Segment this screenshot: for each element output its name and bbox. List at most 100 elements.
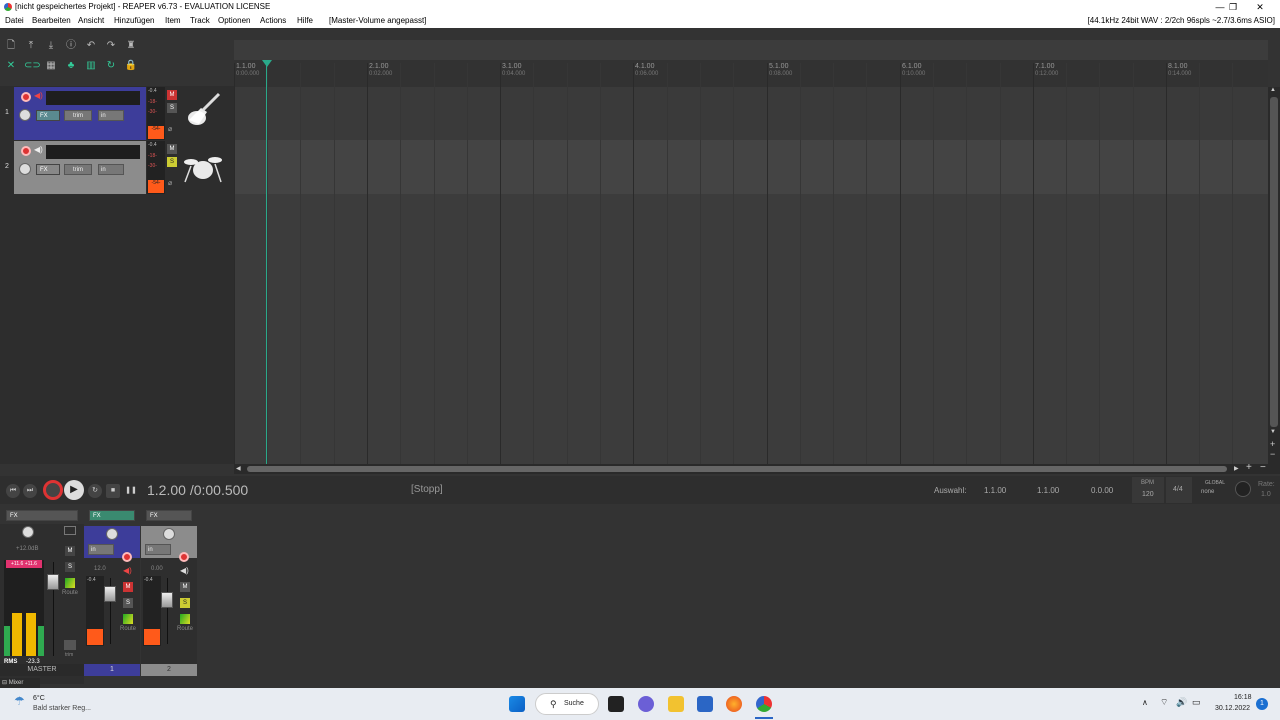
store-icon[interactable] xyxy=(697,696,713,712)
audio-status[interactable]: [44.1kHz 24bit WAV : 2/2ch 96spls ~2.7/3… xyxy=(1088,14,1275,28)
playrate-knob[interactable] xyxy=(1235,481,1251,497)
selection-start[interactable]: 1.1.00 xyxy=(984,486,1006,495)
windows-start-icon[interactable] xyxy=(509,696,525,712)
track-lane-2[interactable] xyxy=(234,140,1268,194)
repeat-icon[interactable]: ↻ xyxy=(88,484,102,498)
zoom-out-horizontal-icon[interactable]: − xyxy=(1260,462,1266,473)
zoom-in-vertical-icon[interactable]: + xyxy=(1270,439,1275,449)
track-control-panel[interactable]: ◀) FX trim in xyxy=(14,141,146,194)
file-explorer-icon[interactable] xyxy=(668,696,684,712)
strip-1-pan-knob[interactable] xyxy=(106,528,118,540)
record-icon[interactable] xyxy=(43,480,63,500)
track-name-input[interactable] xyxy=(46,145,140,159)
new-project-icon[interactable]: 🗋 xyxy=(4,39,18,53)
loop-icon[interactable]: ↻ xyxy=(104,59,118,73)
record-arm-button[interactable] xyxy=(21,146,31,156)
strip-1-name-label[interactable]: 1 xyxy=(84,664,140,676)
strip-2-route-icon[interactable] xyxy=(180,614,190,624)
wifi-icon[interactable]: ⌔ xyxy=(1160,697,1168,708)
track-row-1[interactable]: 1 ◀) FX trim in -0.4 -18- -30- -54- M S … xyxy=(0,86,234,140)
strip-2-input-button[interactable]: in xyxy=(145,544,171,555)
menu-bearbeiten[interactable]: Bearbeiten xyxy=(32,14,71,28)
menu-item[interactable]: Item xyxy=(165,14,181,28)
grid-toggle-icon[interactable]: ✕ xyxy=(4,59,18,73)
master-solo-button[interactable]: S xyxy=(65,562,75,572)
weather-icon[interactable]: ☂ xyxy=(14,694,25,708)
solo-button[interactable]: S xyxy=(167,103,177,113)
bpm-box[interactable]: BPM 120 xyxy=(1132,477,1164,503)
master-name-label[interactable]: MASTER xyxy=(0,664,84,676)
position-display[interactable]: 1.2.00 /0:00.500 xyxy=(147,482,248,498)
track-name-input[interactable] xyxy=(46,91,140,105)
strip-2-solo-button[interactable]: S xyxy=(180,598,190,608)
speaker-icon[interactable]: ◀) xyxy=(34,91,43,100)
vertical-scroll-thumb[interactable] xyxy=(1270,97,1278,427)
master-volume-fader[interactable] xyxy=(47,574,59,590)
project-settings-icon[interactable]: ⓘ xyxy=(64,39,78,53)
strip-1-fx-button[interactable]: FX xyxy=(89,510,135,521)
tray-chevron-icon[interactable]: ∧ xyxy=(1142,698,1148,707)
stop-icon[interactable]: ■ xyxy=(106,484,120,498)
strip-2-pan-knob[interactable] xyxy=(163,528,175,540)
bpm-value[interactable]: 120 xyxy=(1142,491,1154,498)
redo-icon[interactable]: ↷ xyxy=(104,39,118,53)
rate-value[interactable]: 1.0 xyxy=(1261,491,1271,498)
zoom-in-horizontal-icon[interactable]: + xyxy=(1246,462,1252,473)
edit-cursor[interactable] xyxy=(266,60,267,464)
strip-2-mute-button[interactable]: M xyxy=(180,582,190,592)
strip-1-route-icon[interactable] xyxy=(123,614,133,624)
input-button[interactable]: in xyxy=(98,164,124,175)
scroll-down-icon[interactable]: ▼ xyxy=(1270,429,1276,435)
strip-1-solo-button[interactable]: S xyxy=(123,598,133,608)
notification-badge[interactable]: 1 xyxy=(1256,698,1268,710)
scroll-left-icon[interactable]: ◀ xyxy=(236,465,241,472)
master-mute-button[interactable]: M xyxy=(65,546,75,556)
go-to-end-icon[interactable]: ⏭ xyxy=(23,484,37,498)
strip-1-input-button[interactable]: in xyxy=(88,544,114,555)
lock-icon[interactable]: 🔒 xyxy=(124,59,138,73)
snap-grid-icon[interactable]: ▥ xyxy=(84,59,98,73)
phase-icon[interactable]: ⌀ xyxy=(168,125,172,133)
fx-button[interactable]: FX xyxy=(36,164,60,175)
strip-2-volume-fader[interactable] xyxy=(161,592,173,608)
master-route-icon[interactable] xyxy=(65,578,75,588)
undo-icon[interactable]: ↶ xyxy=(84,39,98,53)
playhead-marker-icon[interactable] xyxy=(262,60,272,67)
strip-1-volume-fader[interactable] xyxy=(104,586,116,602)
go-to-start-icon[interactable]: ⏮ xyxy=(6,484,20,498)
track-row-2[interactable]: 2 ◀) FX trim in -0.4 -18- -30- -54- M S … xyxy=(0,140,234,195)
strip-1-header[interactable]: in xyxy=(84,526,140,558)
mute-button[interactable]: M xyxy=(167,144,177,154)
open-project-icon[interactable]: ⤒ xyxy=(24,39,38,53)
track-lane-1[interactable] xyxy=(234,87,1268,140)
menu-hinzufuegen[interactable]: Hinzufügen xyxy=(114,14,154,28)
strip-1-speaker-icon[interactable]: ◀) xyxy=(123,566,132,575)
clock-date[interactable]: 30.12.2022 xyxy=(1215,705,1250,712)
strip-2-fx-button[interactable]: FX xyxy=(146,510,192,521)
input-button[interactable]: in xyxy=(98,110,124,121)
weather-temperature[interactable]: 6°C xyxy=(33,695,45,702)
maximize-button[interactable]: ❐ xyxy=(1221,0,1245,14)
trim-button[interactable]: trim xyxy=(64,164,92,175)
strip-2-name-label[interactable]: 2 xyxy=(141,664,197,676)
volume-icon[interactable]: 🔊 xyxy=(1176,697,1187,708)
menu-optionen[interactable]: Optionen xyxy=(218,14,250,28)
strip-1-mute-button[interactable]: M xyxy=(123,582,133,592)
mute-button[interactable]: M xyxy=(167,90,177,100)
master-pan-knob[interactable] xyxy=(22,526,34,538)
master-settings-icon[interactable] xyxy=(64,526,76,535)
teams-chat-icon[interactable] xyxy=(638,696,654,712)
scroll-up-icon[interactable]: ▲ xyxy=(1270,87,1276,93)
item-grouping-icon[interactable]: ▦ xyxy=(44,59,58,73)
time-signature-box[interactable]: 4/4 xyxy=(1166,477,1192,503)
task-view-icon[interactable] xyxy=(608,696,624,712)
vertical-scrollbar[interactable]: ▲ ▼ + − xyxy=(1268,87,1280,464)
save-project-icon[interactable]: ⤓ xyxy=(44,39,58,53)
horizontal-scroll-thumb[interactable] xyxy=(247,466,1227,472)
volume-knob[interactable] xyxy=(19,163,31,175)
zoom-out-vertical-icon[interactable]: − xyxy=(1270,449,1275,459)
speaker-icon[interactable]: ◀) xyxy=(34,145,43,154)
reaper-taskbar-icon[interactable] xyxy=(756,696,772,712)
selection-length[interactable]: 0.0.00 xyxy=(1091,486,1113,495)
weather-text[interactable]: Bald starker Reg... xyxy=(33,705,91,712)
